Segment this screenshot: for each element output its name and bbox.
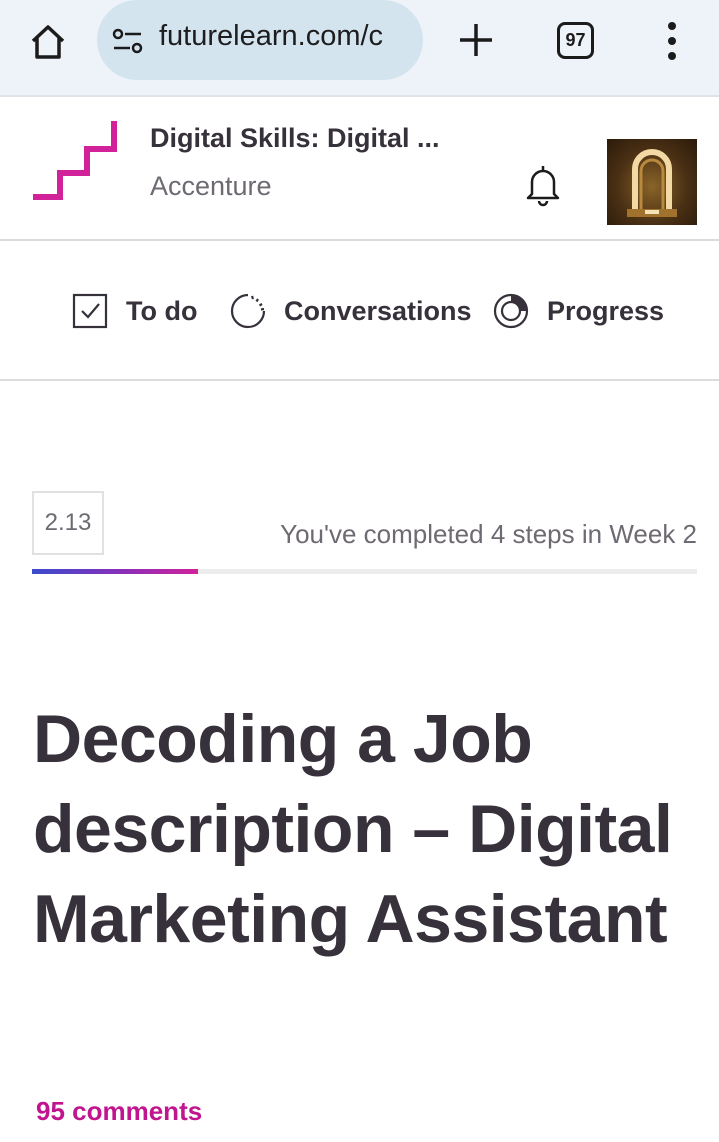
course-provider: Accenture [150,171,272,201]
course-header: Digital Skills: Digital ... Accenture [0,97,719,241]
tab-label: Conversations [284,295,472,326]
step-number: 2.13 [44,509,92,536]
week-progress-text: You've completed 4 steps in Week 2 [280,519,697,549]
conversation-icon [230,293,266,329]
tab-progress[interactable]: Progress [493,289,664,333]
tab-label: To do [126,295,198,326]
course-nav: To do Conversations Progress [0,241,719,381]
futurelearn-logo[interactable] [30,119,120,201]
site-settings-icon[interactable] [111,24,145,58]
step-number-badge: 2.13 [32,491,104,555]
user-avatar[interactable] [607,139,697,225]
comments-link[interactable]: 95 comments [36,1096,202,1127]
checkbox-icon [72,293,108,329]
more-menu-icon[interactable] [660,20,684,64]
progress-icon [493,293,529,329]
browser-toolbar: futurelearn.com/c 97 [0,0,719,97]
tab-to-do[interactable]: To do [72,289,197,333]
avatar-image [627,149,677,217]
week-progress-bar [32,569,697,574]
tab-switcher-button[interactable]: 97 [557,22,594,59]
notifications-bell-icon[interactable] [524,163,562,207]
address-bar[interactable]: futurelearn.com/c [97,0,423,80]
url-text[interactable]: futurelearn.com/c [159,20,413,53]
home-button[interactable] [26,20,70,64]
page-title: Decoding a Job description – Digital Mar… [33,701,673,957]
tab-conversations[interactable]: Conversations [230,289,472,333]
course-title[interactable]: Digital Skills: Digital ... [150,123,440,154]
new-tab-icon[interactable] [456,20,496,60]
home-icon [31,25,65,59]
week-progress-fill [32,569,199,574]
tab-count: 97 [565,30,586,50]
tab-label: Progress [547,295,665,326]
